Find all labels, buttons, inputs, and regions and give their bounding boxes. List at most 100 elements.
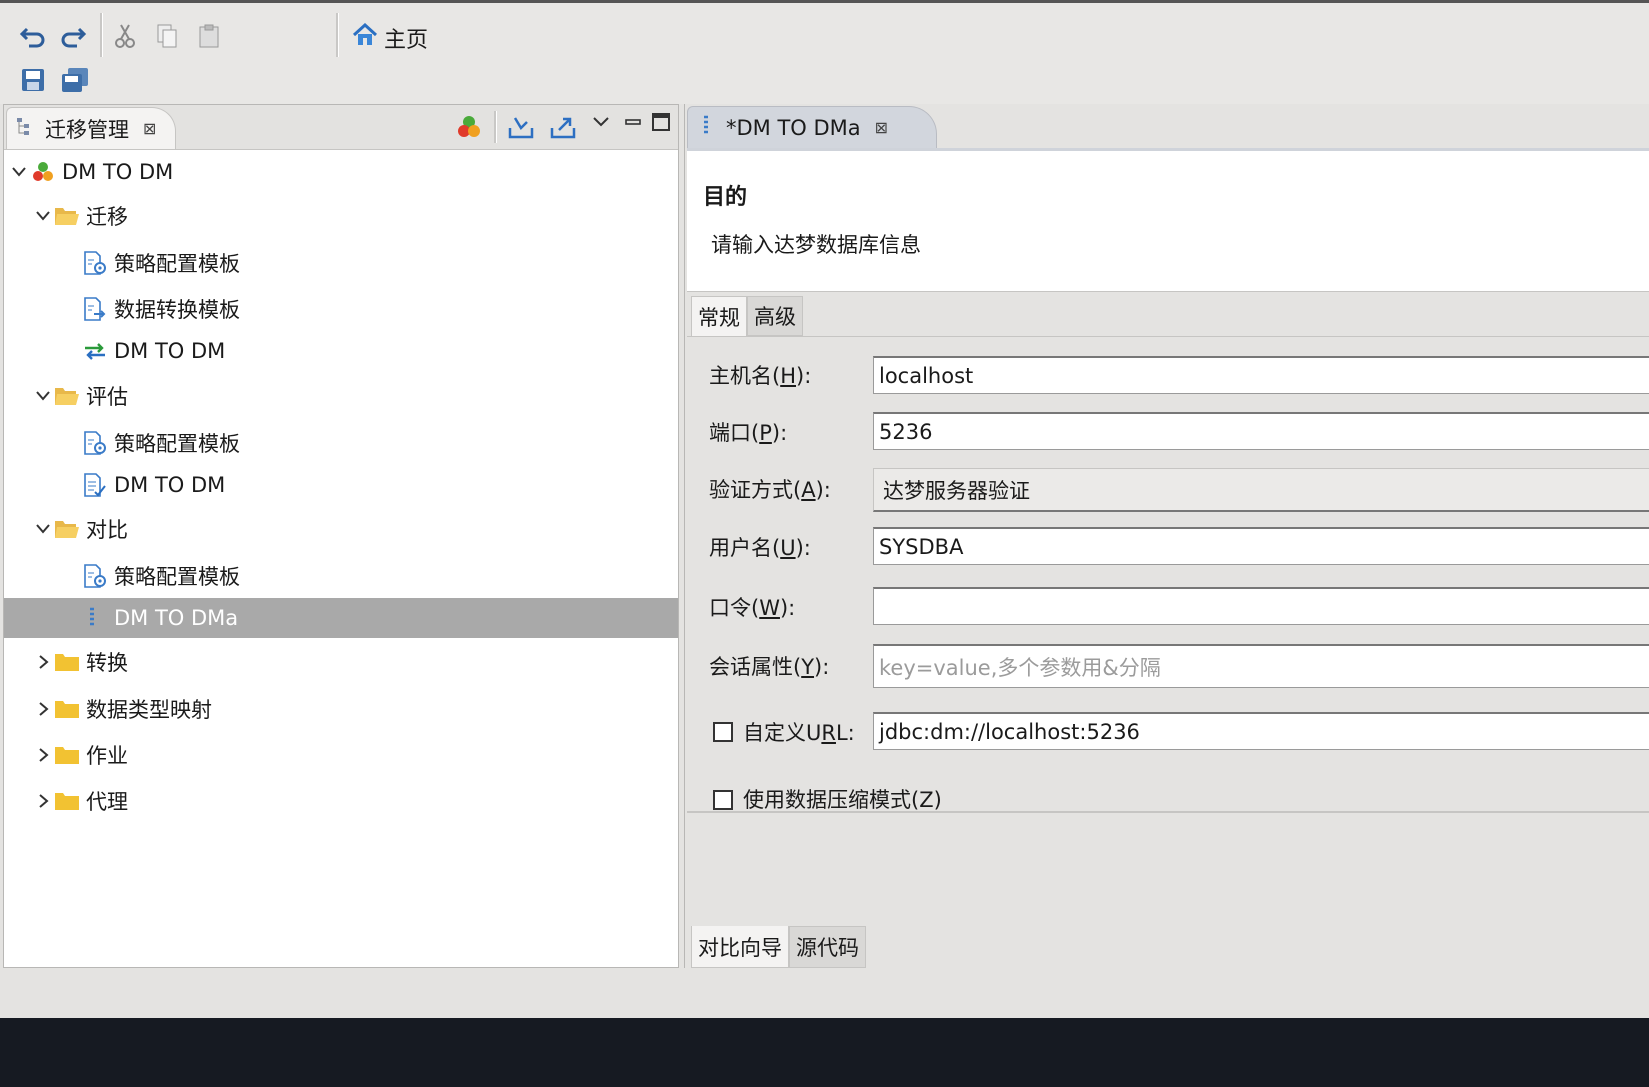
collapse-arrow-icon[interactable] <box>32 651 54 673</box>
import-icon[interactable] <box>504 110 538 144</box>
transform-template-icon <box>82 296 108 322</box>
new-project-icon[interactable] <box>452 110 486 144</box>
tree-item-label: 策略配置模板 <box>114 432 240 456</box>
custom-url-checkbox[interactable] <box>713 722 733 742</box>
compress-checkbox[interactable] <box>713 790 733 810</box>
undo-icon[interactable] <box>16 19 50 53</box>
expand-arrow-icon[interactable] <box>8 161 30 183</box>
tree-item-migration-task[interactable]: DM TO DM <box>4 331 678 371</box>
tree-item-folder-type-mapping[interactable]: 数据类型映射 <box>4 689 678 729</box>
expand-arrow-icon[interactable] <box>32 518 54 540</box>
username-input[interactable]: SYSDBA <box>873 527 1649 565</box>
close-icon[interactable]: ⊠ <box>875 118 888 137</box>
tree-item-label: 转换 <box>86 651 128 675</box>
host-input[interactable]: localhost <box>873 356 1649 394</box>
migration-management-view: 迁移管理 ⊠ DM TO DM 迁移 策略配置模板 数据转换模板 DM TO D… <box>3 104 679 968</box>
session-properties-input[interactable]: key=value,多个参数用&分隔 <box>873 644 1649 688</box>
folder-icon <box>54 696 80 722</box>
compare-task-icon <box>82 605 108 631</box>
tree-item-label: DM TO DM <box>114 473 226 497</box>
compare-task-icon <box>698 113 718 142</box>
tree-item-label: 迁移 <box>86 205 128 229</box>
folder-open-icon <box>54 203 80 229</box>
home-icon <box>352 22 378 53</box>
username-label: 用户名(U): <box>709 536 811 560</box>
home-label: 主页 <box>384 28 429 53</box>
tab-advanced[interactable]: 高级 <box>747 296 803 336</box>
cut-icon[interactable] <box>108 19 142 53</box>
folder-icon <box>54 649 80 675</box>
project-icon <box>30 159 56 185</box>
tree-item-folder-migration[interactable]: 迁移 <box>4 196 678 236</box>
port-input[interactable]: 5236 <box>873 412 1649 450</box>
compare-editor: *DM TO DMa ⊠ 目的 请输入达梦数据库信息 常规 高级 主机名(H):… <box>684 104 1649 968</box>
copy-icon[interactable] <box>150 19 184 53</box>
connection-form: 常规 高级 主机名(H): localhost 端口(P): 5236 验证方式… <box>687 291 1649 812</box>
custom-url-label: 自定义URL: <box>743 721 855 745</box>
tab-source-code[interactable]: 源代码 <box>789 926 866 968</box>
session-properties-label: 会话属性(Y): <box>709 655 830 679</box>
folder-open-icon <box>54 516 80 542</box>
tree-view-icon <box>15 115 37 142</box>
editor-tab-label: *DM TO DMa <box>726 115 861 140</box>
tree-item-folder-jobs[interactable]: 作业 <box>4 735 678 775</box>
tree-item-folder-assessment[interactable]: 评估 <box>4 376 678 416</box>
tree-item-label: 评估 <box>86 385 128 409</box>
save-icon[interactable] <box>16 63 50 97</box>
host-label: 主机名(H): <box>709 364 812 388</box>
folder-open-icon <box>54 383 80 409</box>
collapse-arrow-icon[interactable] <box>32 744 54 766</box>
tab-general[interactable]: 常规 <box>691 296 747 336</box>
tree-item-folder-agents[interactable]: 代理 <box>4 781 678 821</box>
password-input[interactable] <box>873 587 1649 625</box>
strategy-template-icon <box>82 563 108 589</box>
close-icon[interactable]: ⊠ <box>143 119 156 138</box>
expand-arrow-icon[interactable] <box>32 385 54 407</box>
view-tab-label: 迁移管理 <box>45 117 129 142</box>
collapse-arrow-icon[interactable] <box>32 698 54 720</box>
assessment-task-icon <box>82 472 108 498</box>
redo-icon[interactable] <box>56 19 90 53</box>
tree-item-label: 数据转换模板 <box>114 298 240 322</box>
tree-item-assessment-task[interactable]: DM TO DM <box>4 465 678 505</box>
tab-migration-management[interactable]: 迁移管理 ⊠ <box>6 107 176 149</box>
tree-item-label: 数据类型映射 <box>86 698 212 722</box>
export-icon[interactable] <box>546 110 580 144</box>
tree-item-strategy-template[interactable]: 策略配置模板 <box>4 243 678 283</box>
tab-compare-wizard[interactable]: 对比向导 <box>691 926 789 968</box>
os-taskbar <box>0 1018 1649 1087</box>
page-title: 目的 <box>703 185 748 210</box>
wizard-header: 目的 请输入达梦数据库信息 <box>687 151 1649 291</box>
paste-icon[interactable] <box>192 19 226 53</box>
maximize-icon[interactable] <box>644 105 678 139</box>
folder-icon <box>54 742 80 768</box>
tree-item-folder-convert[interactable]: 转换 <box>4 642 678 682</box>
strategy-template-icon <box>82 430 108 456</box>
collapse-arrow-icon[interactable] <box>32 790 54 812</box>
port-label: 端口(P): <box>709 421 788 445</box>
editor-page-tabs: 对比向导 源代码 <box>691 926 866 968</box>
home-link[interactable]: 主页 <box>352 21 428 55</box>
save-all-icon[interactable] <box>58 63 92 97</box>
tree-item-strategy-template[interactable]: 策略配置模板 <box>4 423 678 463</box>
folder-icon <box>54 788 80 814</box>
view-header: 迁移管理 ⊠ <box>4 105 678 150</box>
tree-item-data-transform-template[interactable]: 数据转换模板 <box>4 289 678 329</box>
tree-item-folder-compare[interactable]: 对比 <box>4 509 678 549</box>
expand-arrow-icon[interactable] <box>32 205 54 227</box>
password-label: 口令(W): <box>709 596 796 620</box>
tree-item-project[interactable]: DM TO DM <box>4 152 678 192</box>
tree-item-strategy-template[interactable]: 策略配置模板 <box>4 556 678 596</box>
tree-item-label: 策略配置模板 <box>114 565 240 589</box>
tab-editor-dm-to-dma[interactable]: *DM TO DMa ⊠ <box>687 106 937 148</box>
tree-item-compare-task-selected[interactable]: DM TO DMa <box>4 598 678 638</box>
tree-item-label: DM TO DM <box>62 160 174 184</box>
custom-url-input[interactable]: jdbc:dm://localhost:5236 <box>873 712 1649 750</box>
view-menu-icon[interactable] <box>584 105 618 139</box>
tree-item-label: 作业 <box>86 744 128 768</box>
tree-item-label: DM TO DMa <box>114 606 239 630</box>
tree-item-label: DM TO DM <box>114 339 226 363</box>
auth-method-label: 验证方式(A): <box>709 478 831 502</box>
auth-method-select[interactable]: 达梦服务器验证 <box>873 468 1649 512</box>
main-toolbar: 主页 <box>0 0 1649 104</box>
